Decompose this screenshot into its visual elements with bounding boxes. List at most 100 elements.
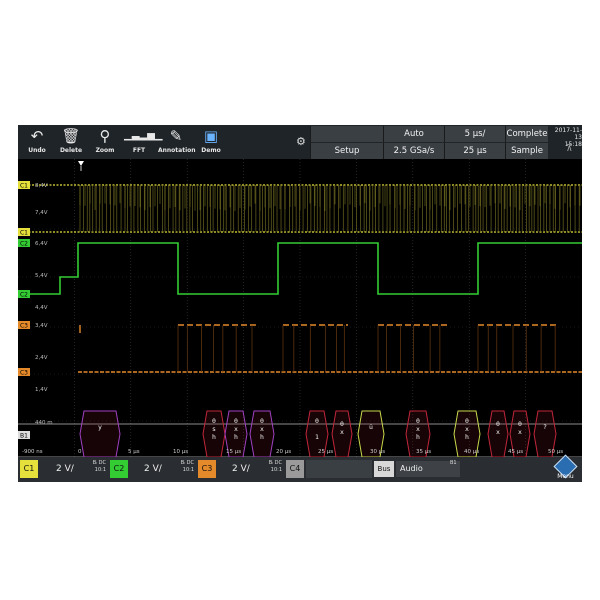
sample-rate[interactable]: 2.5 GSa/s <box>383 143 444 159</box>
time-axis-label: 0 <box>78 449 82 455</box>
time-axis-label: 50 µs <box>548 449 563 455</box>
bus-tag[interactable]: Bus <box>374 461 394 477</box>
setup-button[interactable]: Setup <box>310 143 383 159</box>
c2-level-b: 5,4V <box>35 273 48 279</box>
c3-probe-text: 10:1 <box>270 467 282 473</box>
annotation-label: Annotation <box>158 147 196 154</box>
time-axis-label: 25 µs <box>318 449 333 455</box>
zoom-button[interactable]: ⚲ Zoom <box>90 125 120 159</box>
decode-value: 0 <box>518 420 522 428</box>
decode-value: 1 <box>315 433 319 441</box>
decode-value: 0 <box>315 417 319 425</box>
menu-button[interactable]: Menu <box>549 454 582 482</box>
decode-value: x <box>260 425 264 433</box>
c2-scale[interactable]: 2 V/ <box>144 460 162 478</box>
c1-level-bottom-marker-text: C1 <box>20 230 28 237</box>
c3-level-bottom-marker-text: C3 <box>20 370 28 377</box>
time-axis-label: 30 µs <box>370 449 385 455</box>
oscilloscope-screen: ↶ Undo 🗑 Delete ⚲ Zoom ▁▃▂▅▁ FFT ✎ Annot… <box>18 125 582 482</box>
c1-coupling-text: Bₗ DC <box>92 460 106 466</box>
fft-button[interactable]: ▁▃▂▅▁ FFT <box>124 125 163 159</box>
decode-value: 0 <box>234 417 238 425</box>
gear-icon[interactable]: ⚙ <box>296 135 308 148</box>
c1-level-b: 7,4V <box>35 210 48 216</box>
channel-bar: C1 2 V/ Bₗ DC 10:1 C2 2 V/ Bₗ DC 10:1 C3… <box>18 454 582 482</box>
decode-value: h <box>260 433 264 441</box>
decode-value: ? <box>543 423 547 431</box>
c2-level-c: 4,4V <box>35 305 48 311</box>
c1-level-top-marker-text: C1 <box>20 183 28 190</box>
magnifier-icon: ⚲ <box>99 127 111 145</box>
decode-value: h <box>234 433 238 441</box>
c2-coupling-text: Bₗ DC <box>180 460 194 466</box>
c3-tag[interactable]: C3 <box>198 460 216 478</box>
c3-coupling-text: Bₗ DC <box>268 460 282 466</box>
record-length[interactable]: 25 µs <box>444 143 505 159</box>
time-scale[interactable]: 5 µs/ <box>444 126 505 142</box>
decode-value: x <box>416 425 420 433</box>
decode-value: x <box>340 428 344 436</box>
date-time: 2017-11-13 15:18 <box>548 127 582 148</box>
decode-value: y <box>98 423 102 431</box>
annotation-button[interactable]: ✎ Annotation <box>158 125 196 159</box>
bus-b1-marker-text: B1 <box>20 433 28 440</box>
acquisition-mode[interactable]: Sample <box>505 143 548 159</box>
trigger-mode[interactable]: Auto <box>383 126 444 142</box>
toolbar: ↶ Undo 🗑 Delete ⚲ Zoom ▁▃▂▅▁ FFT ✎ Annot… <box>18 125 582 159</box>
undo-arrow-icon: ↶ <box>30 127 44 145</box>
decode-value: ü <box>369 423 373 431</box>
c4-slot[interactable] <box>306 460 372 478</box>
bus-id: B1 <box>450 460 457 466</box>
c3-level-b: 2,4V <box>35 355 48 361</box>
c2-level-bottom-marker-text: C2 <box>20 292 28 299</box>
c1-level-a: 8,4V <box>35 183 48 189</box>
decode-value: 0 <box>465 417 469 425</box>
decode-value: 0 <box>496 420 500 428</box>
fft-label: FFT <box>132 147 146 154</box>
c2-coupling: Bₗ DC 10:1 <box>176 460 194 474</box>
delete-button[interactable]: 🗑 Delete <box>56 125 86 159</box>
time-axis-label: 45 µs <box>508 449 523 455</box>
c3-level-top-marker-text: C3 <box>20 323 28 330</box>
decode-value: x <box>234 425 238 433</box>
zoom-label: Zoom <box>95 147 115 154</box>
time-axis-label: 15 µs <box>226 449 241 455</box>
c2-level-top-marker-text: C2 <box>20 241 28 248</box>
time-axis-label: 10 µs <box>173 449 188 455</box>
c1-tag[interactable]: C1 <box>20 460 38 478</box>
c1-probe-text: 10:1 <box>94 467 106 473</box>
time: 15:18 <box>564 141 582 148</box>
time-axis-label: 35 µs <box>416 449 431 455</box>
spectrum-icon: ▁▃▂▅▁ <box>124 130 163 141</box>
acquisition-state[interactable]: Complete <box>505 126 548 142</box>
bus-level: 440 m <box>35 420 53 426</box>
time-axis-label: 20 µs <box>276 449 291 455</box>
demo-button[interactable]: ▣ Demo <box>196 125 226 159</box>
c4-tag[interactable]: C4 <box>286 460 304 478</box>
c2-tag[interactable]: C2 <box>110 460 128 478</box>
c3-coupling: Bₗ DC 10:1 <box>264 460 282 474</box>
c3-scale[interactable]: 2 V/ <box>232 460 250 478</box>
decode-value: x <box>465 425 469 433</box>
date: 2017-11-13 <box>554 127 582 141</box>
c2-trace <box>18 242 582 295</box>
undo-label: Undo <box>28 147 46 154</box>
network-icon: ⊼ <box>566 144 573 154</box>
waveform-display[interactable]: y0sh0xh0xh010xü0xh0xh0x0x? C1 8,4V7,4VC1C… <box>18 159 582 457</box>
decode-value: h <box>465 433 469 441</box>
demo-label: Demo <box>201 147 221 154</box>
c2-probe-text: 10:1 <box>182 467 194 473</box>
trash-icon: 🗑 <box>61 127 81 145</box>
c1-scale[interactable]: 2 V/ <box>56 460 74 478</box>
trigger-source-cell[interactable]: B1 <box>310 126 383 142</box>
delete-label: Delete <box>59 147 83 154</box>
trigger-marker-icon <box>78 161 84 166</box>
c1-coupling: Bₗ DC 10:1 <box>88 460 106 474</box>
decode-value: 0 <box>212 417 216 425</box>
decode-value: h <box>416 433 420 441</box>
decode-value: 0 <box>340 420 344 428</box>
c2-level-a: 6,4V <box>35 241 48 247</box>
menu-label: Menu <box>557 473 574 480</box>
undo-button[interactable]: ↶ Undo <box>22 125 52 159</box>
decode-value: x <box>518 428 522 436</box>
